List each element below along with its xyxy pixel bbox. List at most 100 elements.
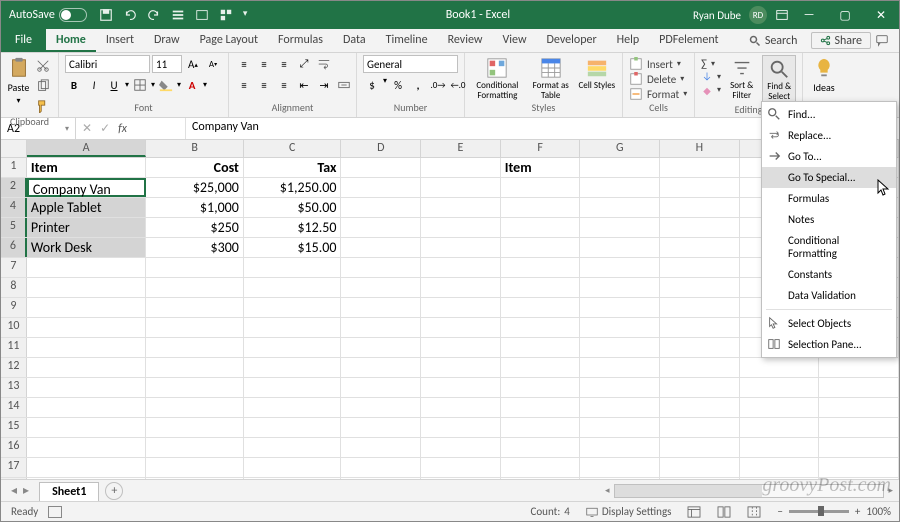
cell[interactable] <box>27 398 146 417</box>
cell[interactable]: Item <box>27 158 146 177</box>
add-sheet-button[interactable]: + <box>105 482 123 500</box>
fx-icon[interactable]: fx <box>118 122 127 136</box>
display-settings-button[interactable]: Display Settings <box>578 505 680 518</box>
font-color-icon[interactable]: A <box>183 76 201 94</box>
share-button[interactable]: Share <box>811 32 871 49</box>
cell[interactable] <box>341 178 421 197</box>
view-normal-icon[interactable] <box>679 506 709 518</box>
cell[interactable] <box>421 378 501 397</box>
tab-data[interactable]: Data <box>333 29 376 52</box>
cell[interactable] <box>580 378 660 397</box>
tab-home[interactable]: Home <box>46 29 96 52</box>
cell[interactable] <box>341 218 421 237</box>
cell[interactable]: $50.00 <box>244 198 342 217</box>
cell[interactable] <box>244 258 342 277</box>
cell[interactable] <box>740 458 820 477</box>
cell[interactable] <box>660 158 740 177</box>
cell[interactable] <box>580 238 660 257</box>
menu-item[interactable]: Select Objects <box>762 313 896 334</box>
cell[interactable] <box>580 258 660 277</box>
cell[interactable] <box>27 358 146 377</box>
accounting-icon[interactable]: $ <box>363 76 381 94</box>
cell[interactable] <box>501 218 581 237</box>
cell[interactable]: $25,000 <box>146 178 244 197</box>
cell[interactable] <box>244 378 342 397</box>
qat-icon[interactable] <box>195 8 209 22</box>
cell[interactable] <box>341 418 421 437</box>
cell[interactable] <box>580 298 660 317</box>
menu-item[interactable]: Find... <box>762 104 896 125</box>
cell[interactable] <box>341 318 421 337</box>
paste-button[interactable]: Paste ▾ <box>7 55 30 106</box>
cell[interactable] <box>660 278 740 297</box>
cell[interactable] <box>501 418 581 437</box>
cell[interactable] <box>27 418 146 437</box>
cell[interactable] <box>244 278 342 297</box>
cell[interactable] <box>580 198 660 217</box>
cell[interactable] <box>27 278 146 297</box>
cell[interactable]: Work Desk <box>27 238 146 257</box>
row-header[interactable]: 8 <box>1 278 27 297</box>
cell[interactable] <box>146 298 244 317</box>
cell[interactable]: $12.50 <box>244 218 342 237</box>
col-header[interactable]: E <box>421 140 501 157</box>
cell[interactable] <box>421 298 501 317</box>
cell[interactable] <box>244 438 342 457</box>
cell[interactable]: Company Van <box>27 178 146 197</box>
comma-icon[interactable]: , <box>409 76 427 94</box>
tab-view[interactable]: View <box>492 29 536 52</box>
cell[interactable]: $1,000 <box>146 198 244 217</box>
qat-icon[interactable] <box>219 8 233 22</box>
cell[interactable] <box>819 398 899 417</box>
row-header[interactable]: 11 <box>1 338 27 357</box>
cell[interactable] <box>819 438 899 457</box>
cell[interactable] <box>580 218 660 237</box>
cell[interactable] <box>580 278 660 297</box>
cell[interactable] <box>660 298 740 317</box>
cell[interactable] <box>660 218 740 237</box>
cell[interactable] <box>740 378 820 397</box>
bold-button[interactable]: B <box>65 76 83 94</box>
cell[interactable] <box>146 278 244 297</box>
col-header[interactable]: D <box>341 140 421 157</box>
menu-item[interactable]: Replace... <box>762 125 896 146</box>
zoom-level[interactable]: 100% <box>866 505 891 518</box>
align-top-icon[interactable]: ≡ <box>235 55 253 73</box>
qat-dropdown-icon[interactable]: ▾ <box>243 8 257 22</box>
indent-dec-icon[interactable]: ⇤ <box>295 76 313 94</box>
cell[interactable]: $15.00 <box>244 238 342 257</box>
cell[interactable] <box>580 398 660 417</box>
search-box[interactable]: Search <box>739 29 808 52</box>
view-layout-icon[interactable] <box>709 506 739 518</box>
tab-developer[interactable]: Developer <box>537 29 607 52</box>
cell[interactable] <box>660 198 740 217</box>
enter-icon[interactable]: ✓ <box>100 121 110 136</box>
cell[interactable] <box>421 318 501 337</box>
tab-draw[interactable]: Draw <box>144 29 190 52</box>
horizontal-scrollbar[interactable]: ◂ ▸ <box>599 484 899 498</box>
cell[interactable] <box>244 358 342 377</box>
cell[interactable] <box>660 238 740 257</box>
cell[interactable] <box>421 278 501 297</box>
cell[interactable] <box>244 298 342 317</box>
autosum-button[interactable]: ∑▾ <box>701 57 721 70</box>
align-right-icon[interactable]: ≡ <box>275 76 293 94</box>
format-as-table-button[interactable]: Format as Table <box>528 55 574 101</box>
cell[interactable] <box>421 438 501 457</box>
cell[interactable] <box>501 338 581 357</box>
cell[interactable] <box>501 198 581 217</box>
cell[interactable]: $1,250.00 <box>244 178 342 197</box>
cell[interactable] <box>27 258 146 277</box>
cell[interactable] <box>819 378 899 397</box>
cell[interactable] <box>27 438 146 457</box>
cell[interactable]: Printer <box>27 218 146 237</box>
indent-inc-icon[interactable]: ⇥ <box>315 76 333 94</box>
row-header[interactable]: 15 <box>1 418 27 437</box>
zoom-slider[interactable] <box>789 510 849 513</box>
row-header[interactable]: 13 <box>1 378 27 397</box>
prev-sheet-icon[interactable]: ◂ <box>11 483 17 498</box>
borders-icon[interactable] <box>131 76 149 94</box>
wrap-text-icon[interactable] <box>315 55 333 73</box>
cell[interactable] <box>501 438 581 457</box>
cell[interactable] <box>501 238 581 257</box>
